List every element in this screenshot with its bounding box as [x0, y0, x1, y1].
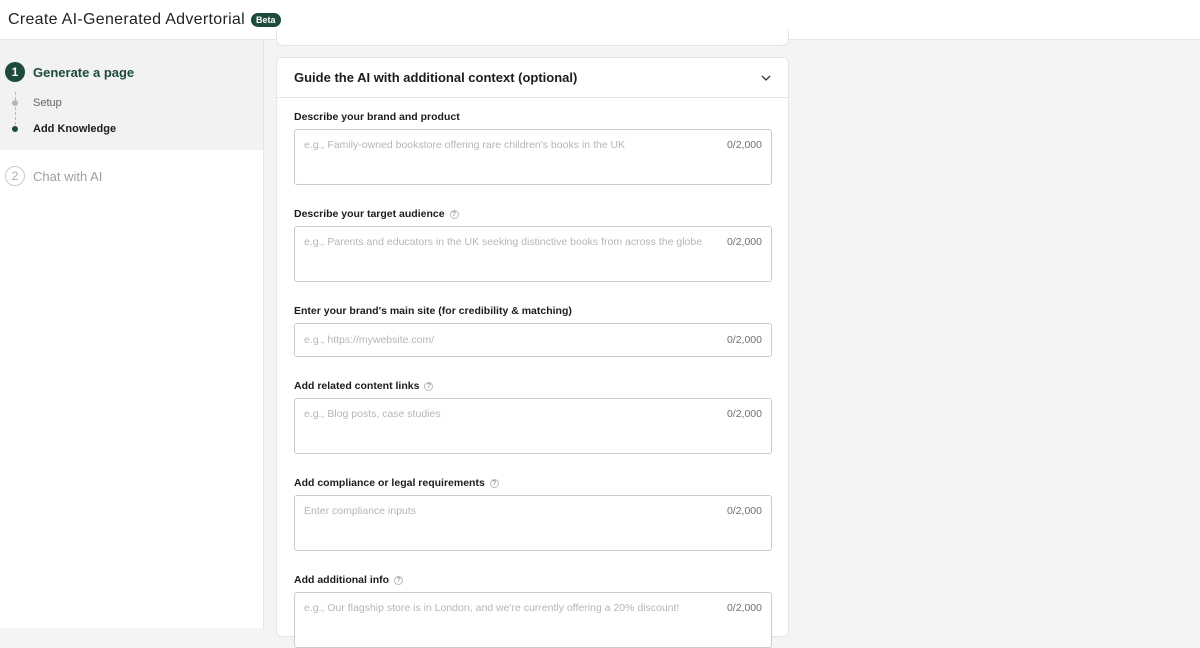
input-placeholder: e.g., Blog posts, case studies — [304, 408, 441, 420]
page-title: Create AI-Generated Advertorial — [8, 10, 245, 28]
additional-info-field: Add additional info ? e.g., Our flagship… — [294, 573, 772, 648]
info-icon[interactable]: ? — [394, 575, 404, 585]
field-label: Add additional info ? — [294, 573, 772, 587]
step-number-badge: 1 — [5, 62, 25, 82]
field-label: Add compliance or legal requirements ? — [294, 476, 772, 490]
substep-label: Setup — [33, 97, 62, 109]
step-generate-page[interactable]: 1 Generate a page — [5, 62, 134, 82]
input-placeholder: Enter compliance inputs — [304, 505, 417, 517]
char-counter: 0/2,000 — [726, 334, 762, 346]
char-counter: 0/2,000 — [726, 236, 762, 248]
field-label-text: Enter your brand's main site (for credib… — [294, 305, 572, 317]
field-label: Add related content links ? — [294, 379, 772, 393]
step-number-badge: 2 — [5, 166, 25, 186]
substep-setup[interactable]: Setup — [12, 97, 62, 109]
field-label-text: Describe your target audience — [294, 208, 445, 220]
target-audience-field: Describe your target audience ? e.g., Pa… — [294, 207, 772, 282]
content-links-field: Add related content links ? e.g., Blog p… — [294, 379, 772, 454]
input-placeholder: e.g., Parents and educators in the UK se… — [304, 236, 703, 248]
substep-label: Add Knowledge — [33, 123, 117, 135]
step-chat-with-ai[interactable]: 2 Chat with AI — [5, 166, 102, 186]
chevron-down-icon[interactable] — [761, 73, 771, 83]
field-label-text: Add additional info — [294, 574, 390, 586]
info-icon[interactable]: ? — [449, 209, 459, 219]
char-counter: 0/2,000 — [726, 408, 762, 420]
substep-add-knowledge[interactable]: Add Knowledge — [12, 123, 116, 135]
char-counter: 0/2,000 — [726, 505, 762, 517]
additional-info-input[interactable]: e.g., Our flagship store is in London, a… — [294, 592, 772, 648]
field-label-text: Add related content links — [294, 380, 420, 392]
field-label: Enter your brand's main site (for credib… — [294, 304, 772, 318]
compliance-field: Add compliance or legal requirements ? E… — [294, 476, 772, 551]
panel-header[interactable]: Guide the AI with additional context (op… — [277, 58, 788, 98]
char-counter: 0/2,000 — [726, 602, 762, 614]
brand-product-field: Describe your brand and product e.g., Fa… — [294, 110, 772, 185]
substep-dot-icon — [12, 126, 18, 132]
beta-badge: Beta — [250, 12, 281, 27]
step-label: Chat with AI — [33, 168, 103, 184]
main-site-field: Enter your brand's main site (for credib… — [294, 304, 772, 357]
content-links-input[interactable]: e.g., Blog posts, case studies 0/2,000 — [294, 398, 772, 454]
panel-title: Guide the AI with additional context (op… — [294, 70, 578, 85]
field-label: Describe your target audience ? — [294, 207, 772, 221]
brand-product-input[interactable]: e.g., Family-owned bookstore offering ra… — [294, 129, 772, 185]
char-counter: 0/2,000 — [726, 139, 762, 151]
step-generate-block: 1 Generate a page Setup Add Knowledge — [0, 40, 263, 150]
previous-panel-edge — [276, 30, 789, 46]
input-placeholder: e.g., https://mywebsite.com/ — [304, 334, 435, 346]
additional-context-panel: Guide the AI with additional context (op… — [276, 57, 789, 648]
step-label: Generate a page — [33, 64, 135, 80]
field-label-text: Add compliance or legal requirements — [294, 477, 485, 489]
field-label-text: Describe your brand and product — [294, 111, 460, 123]
input-placeholder: e.g., Our flagship store is in London, a… — [304, 602, 680, 614]
target-audience-input[interactable]: e.g., Parents and educators in the UK se… — [294, 226, 772, 282]
compliance-input[interactable]: Enter compliance inputs 0/2,000 — [294, 495, 772, 551]
sidebar: 1 Generate a page Setup Add Knowledge 2 … — [0, 40, 264, 628]
info-icon[interactable]: ? — [424, 381, 434, 391]
info-icon[interactable]: ? — [489, 478, 499, 488]
main-site-input[interactable]: e.g., https://mywebsite.com/ 0/2,000 — [294, 323, 772, 357]
input-placeholder: e.g., Family-owned bookstore offering ra… — [304, 139, 626, 151]
substep-dot-icon — [12, 100, 18, 106]
field-label: Describe your brand and product — [294, 110, 772, 124]
